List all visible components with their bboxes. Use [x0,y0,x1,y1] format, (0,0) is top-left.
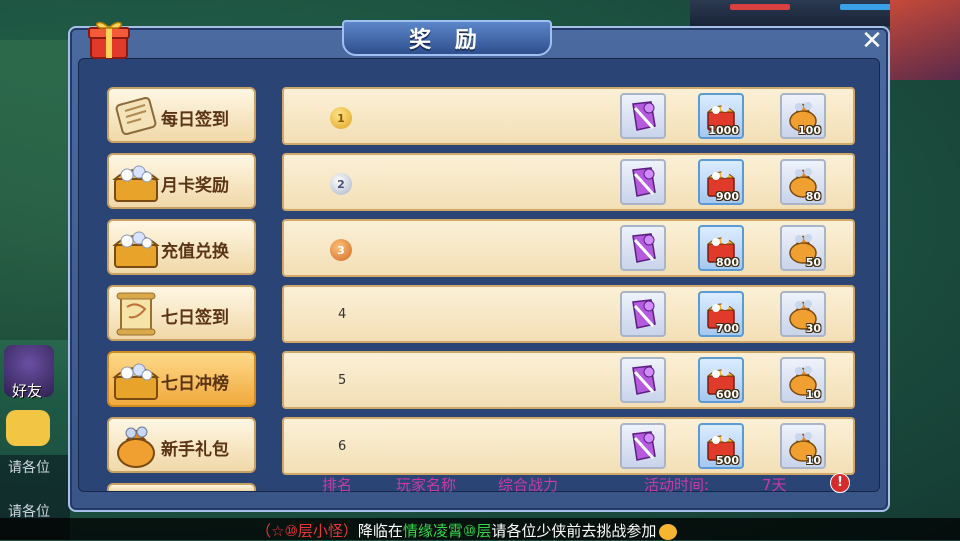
column-header-rank: 排名 [322,476,353,494]
reward-slot[interactable] [620,357,666,403]
bronze-medal-icon: 3 [330,239,352,261]
reward-quantity: 700 [716,322,739,335]
column-header-player-name: 玩家名称 [396,476,457,494]
reward-slot[interactable]: 10 [780,423,826,469]
column-header-power: 综合战力 [498,476,559,494]
alert-icon[interactable]: ! [830,473,850,493]
sidebar-item-label: 新手礼包 [161,440,229,460]
rank-number: 4 [338,307,347,322]
chat-bubble-icon[interactable] [6,410,50,446]
broadcast-part: 情缘凌霄⑩层 [402,522,492,540]
rank-row: 5 600 10 [282,351,855,409]
reward-quantity: 600 [716,388,739,401]
reward-quantity: 500 [716,454,739,467]
money-bag-icon [117,426,155,468]
sidebar-item-label: 七日冲榜 [161,374,229,394]
broadcast-part: 降临在 [357,522,403,540]
silver-medal-icon: 2 [330,173,352,195]
reward-slot[interactable] [620,159,666,205]
reward-slot[interactable]: 700 [698,291,744,337]
reward-quantity: 900 [716,190,739,203]
treasure-chest-icon [112,363,160,400]
reward-slot[interactable] [620,291,666,337]
reward-quantity: 10 [805,388,821,401]
reward-slot[interactable] [620,423,666,469]
reward-slot[interactable]: 500 [698,423,744,469]
reward-slot[interactable]: 80 [780,159,826,205]
sidebar-item-monthly-card[interactable]: 月卡奖励 [107,153,256,209]
sidebar-item-label: 每日签到 [161,110,229,130]
reward-slot[interactable]: 1000 [698,93,744,139]
broadcast-part: （☆⑩层小怪） [256,522,358,540]
rank-row: 3 800 50 [282,219,855,277]
broadcast-part: 请各位少侠前去挑战参加 [491,522,657,540]
rank-row: 2 900 80 [282,153,855,211]
sidebar-item-partial[interactable] [107,483,256,491]
reward-slot[interactable]: 50 [780,225,826,271]
activity-time-label: 活动时间: [644,476,710,494]
rank-row: 4 700 30 [282,285,855,343]
reward-slot[interactable]: 10 [780,357,826,403]
map-scroll-icon [116,292,156,336]
reward-quantity: 100 [798,124,821,137]
sidebar-item-label: 七日签到 [161,308,229,328]
sidebar-item-seven-day-ranking[interactable]: 七日冲榜 [107,351,256,407]
reward-slot[interactable]: 900 [698,159,744,205]
sidebar-item-daily-signin[interactable]: 每日签到 [107,87,256,143]
reward-quantity: 10 [805,454,821,467]
gift-box-icon [88,21,130,59]
reward-slot[interactable] [620,225,666,271]
hp-bar [730,4,790,10]
reward-quantity: 50 [805,256,821,269]
sidebar-item-label: 月卡奖励 [161,176,229,196]
friend-label: 好友 [12,382,43,400]
reward-quantity: 80 [805,190,821,203]
gold-medal-icon: 1 [330,107,352,129]
reward-slot[interactable]: 800 [698,225,744,271]
sidebar-item-seven-day-signin[interactable]: 七日签到 [107,285,256,341]
reward-quantity: 800 [716,256,739,269]
rank-number: 6 [338,439,347,454]
broadcast-message: （☆⑩层小怪）降临在情缘凌霄⑩层请各位少侠前去挑战参加 [256,520,678,541]
activity-time-value: 7天 [762,476,787,494]
close-button[interactable]: ✕ [856,26,888,56]
reward-quantity: 1000 [708,124,739,137]
sidebar-item-recharge-exchange[interactable]: 充值兑换 [107,219,256,275]
background-scenery [0,40,70,340]
chat-line: 请各位 [8,460,50,476]
treasure-chest-icon [112,165,160,202]
reward-slot[interactable] [620,93,666,139]
sidebar-item-newbie-gift[interactable]: 新手礼包 [107,417,256,473]
reward-slot[interactable]: 30 [780,291,826,337]
rank-row: 1 1000 100 [282,87,855,145]
player-portrait[interactable] [890,0,960,80]
reward-slot[interactable]: 100 [780,93,826,139]
scroll-icon [115,97,157,135]
rank-number: 5 [338,373,347,388]
reward-slot[interactable]: 600 [698,357,744,403]
dialog-title: 奖 励 [409,28,485,53]
smiley-emoji-icon [659,523,678,540]
rank-row: 6 500 10 [282,417,855,475]
sidebar-item-label: 充值兑换 [161,242,229,262]
reward-quantity: 30 [805,322,821,335]
treasure-chest-icon [112,231,160,268]
